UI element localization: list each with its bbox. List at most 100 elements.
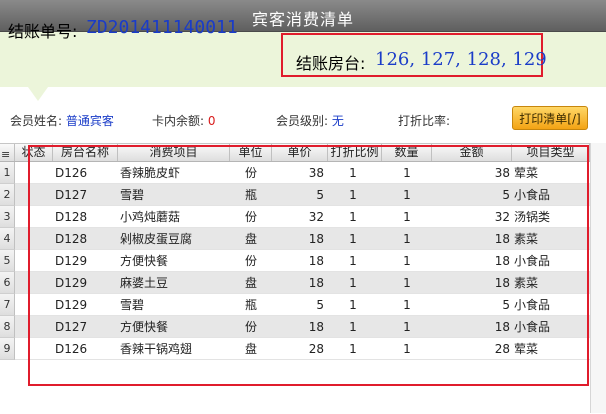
vertical-scrollbar[interactable] xyxy=(590,143,606,413)
cell-room: D129 xyxy=(55,254,88,268)
cell-type: 小食品 xyxy=(514,320,551,334)
cell-price: 5 xyxy=(316,298,324,312)
cell-amount: 5 xyxy=(502,298,510,312)
table-row[interactable]: D129 麻婆土豆 盘 18 1 1 18 素菜 xyxy=(15,272,590,294)
rooms-label: 结账房台: xyxy=(296,54,366,73)
cell-price: 38 xyxy=(308,166,324,180)
row-number[interactable]: 4 xyxy=(0,228,15,250)
row-number[interactable]: 7 xyxy=(0,294,15,316)
card-balance-label: 卡内余额: xyxy=(152,114,205,128)
col-qty[interactable]: 数量 xyxy=(382,144,432,161)
cell-qty: 1 xyxy=(403,232,411,246)
cell-type: 汤锅类 xyxy=(514,210,551,224)
cell-qty: 1 xyxy=(403,342,411,356)
cell-amount: 18 xyxy=(494,320,510,334)
row-number[interactable]: 9 xyxy=(0,338,15,360)
table-row[interactable]: D126 香辣脆皮虾 份 38 1 1 38 荤菜 xyxy=(15,162,590,184)
consumption-table: ≡ 状态 房台名称 消费项目 单位 单价 打折比例 数量 金额 项目类型 1 D1… xyxy=(0,143,590,414)
cell-item: 剁椒皮蛋豆腐 xyxy=(120,232,193,246)
table-header: ≡ 状态 房台名称 消费项目 单位 单价 打折比例 数量 金额 项目类型 xyxy=(0,144,590,162)
cell-room: D129 xyxy=(55,276,88,290)
cell-item: 小鸡炖蘑菇 xyxy=(120,210,181,224)
cell-qty: 1 xyxy=(403,276,411,290)
cell-discount: 1 xyxy=(349,298,357,312)
row-number[interactable]: 8 xyxy=(0,316,15,338)
cell-room: D128 xyxy=(55,232,88,246)
cell-discount: 1 xyxy=(349,342,357,356)
col-amount[interactable]: 金额 xyxy=(432,144,512,161)
cell-room: D128 xyxy=(55,210,88,224)
cell-type: 小食品 xyxy=(514,254,551,268)
cell-price: 18 xyxy=(308,276,324,290)
table-row[interactable]: D128 剁椒皮蛋豆腐 盘 18 1 1 18 素菜 xyxy=(15,228,590,250)
cell-type: 小食品 xyxy=(514,188,551,202)
cell-discount: 1 xyxy=(349,232,357,246)
cell-unit: 盘 xyxy=(244,276,257,290)
cell-status xyxy=(15,184,53,206)
member-name-label: 会员姓名: xyxy=(10,114,63,128)
row-number[interactable]: 6 xyxy=(0,272,15,294)
cell-room: D127 xyxy=(55,320,88,334)
menu-icon[interactable]: ≡ xyxy=(0,144,15,161)
cell-type: 素菜 xyxy=(514,276,539,290)
table-row[interactable]: D128 小鸡炖蘑菇 份 32 1 1 32 汤锅类 xyxy=(15,206,590,228)
col-status[interactable]: 状态 xyxy=(15,144,53,161)
cell-amount: 28 xyxy=(494,342,510,356)
cell-item: 麻婆土豆 xyxy=(120,276,169,290)
cell-price: 5 xyxy=(316,188,324,202)
row-number[interactable]: 2 xyxy=(0,184,15,206)
cell-status xyxy=(15,316,53,338)
cell-price: 28 xyxy=(308,342,324,356)
col-unit[interactable]: 单位 xyxy=(230,144,272,161)
cell-amount: 38 xyxy=(494,166,510,180)
col-room[interactable]: 房台名称 xyxy=(53,144,118,161)
member-name-value: 普通宾客 xyxy=(65,114,114,128)
cell-item: 香辣干锅鸡翅 xyxy=(120,342,193,356)
row-number[interactable]: 1 xyxy=(0,162,15,184)
print-list-button[interactable]: 打印清单[/] xyxy=(512,106,588,130)
cell-item: 方便快餐 xyxy=(120,254,169,268)
cell-item: 方便快餐 xyxy=(120,320,169,334)
table-row[interactable]: D127 方便快餐 份 18 1 1 18 小食品 xyxy=(15,316,590,338)
col-item[interactable]: 消费项目 xyxy=(118,144,230,161)
col-discount[interactable]: 打折比例 xyxy=(328,144,382,161)
cell-item: 雪碧 xyxy=(120,298,145,312)
member-level-label: 会员级别: xyxy=(276,114,329,128)
cell-unit: 盘 xyxy=(244,232,257,246)
cell-unit: 份 xyxy=(244,166,257,180)
bill-number-label: 结账单号: xyxy=(8,22,78,41)
cell-status xyxy=(15,272,53,294)
cell-discount: 1 xyxy=(349,188,357,202)
cell-price: 18 xyxy=(308,320,324,334)
cell-qty: 1 xyxy=(403,166,411,180)
row-number[interactable]: 3 xyxy=(0,206,15,228)
cell-status xyxy=(15,338,53,360)
cell-unit: 瓶 xyxy=(244,298,257,312)
cell-discount: 1 xyxy=(349,166,357,180)
member-level-field: 会员级别: 无 xyxy=(276,112,344,129)
cell-qty: 1 xyxy=(403,298,411,312)
cell-unit: 份 xyxy=(244,254,257,268)
cell-type: 荤菜 xyxy=(514,166,539,180)
table-row[interactable]: D127 雪碧 瓶 5 1 1 5 小食品 xyxy=(15,184,590,206)
cell-unit: 瓶 xyxy=(244,188,257,202)
cell-amount: 32 xyxy=(494,210,510,224)
cell-qty: 1 xyxy=(403,188,411,202)
cell-price: 18 xyxy=(308,232,324,246)
col-type[interactable]: 项目类型 xyxy=(512,144,590,161)
cell-discount: 1 xyxy=(349,210,357,224)
cell-qty: 1 xyxy=(403,210,411,224)
cell-price: 18 xyxy=(308,254,324,268)
header-pointer xyxy=(28,87,48,101)
cell-status xyxy=(15,228,53,250)
table-row[interactable]: D126 香辣干锅鸡翅 盘 28 1 1 28 荤菜 xyxy=(15,338,590,360)
col-price[interactable]: 单价 xyxy=(272,144,328,161)
cell-room: D127 xyxy=(55,188,88,202)
cell-discount: 1 xyxy=(349,276,357,290)
row-number[interactable]: 5 xyxy=(0,250,15,272)
member-name-field: 会员姓名: 普通宾客 xyxy=(10,112,114,129)
card-balance-field: 卡内余额: 0 xyxy=(152,112,216,129)
table-row[interactable]: D129 雪碧 瓶 5 1 1 5 小食品 xyxy=(15,294,590,316)
table-row[interactable]: D129 方便快餐 份 18 1 1 18 小食品 xyxy=(15,250,590,272)
cell-unit: 份 xyxy=(244,320,257,334)
